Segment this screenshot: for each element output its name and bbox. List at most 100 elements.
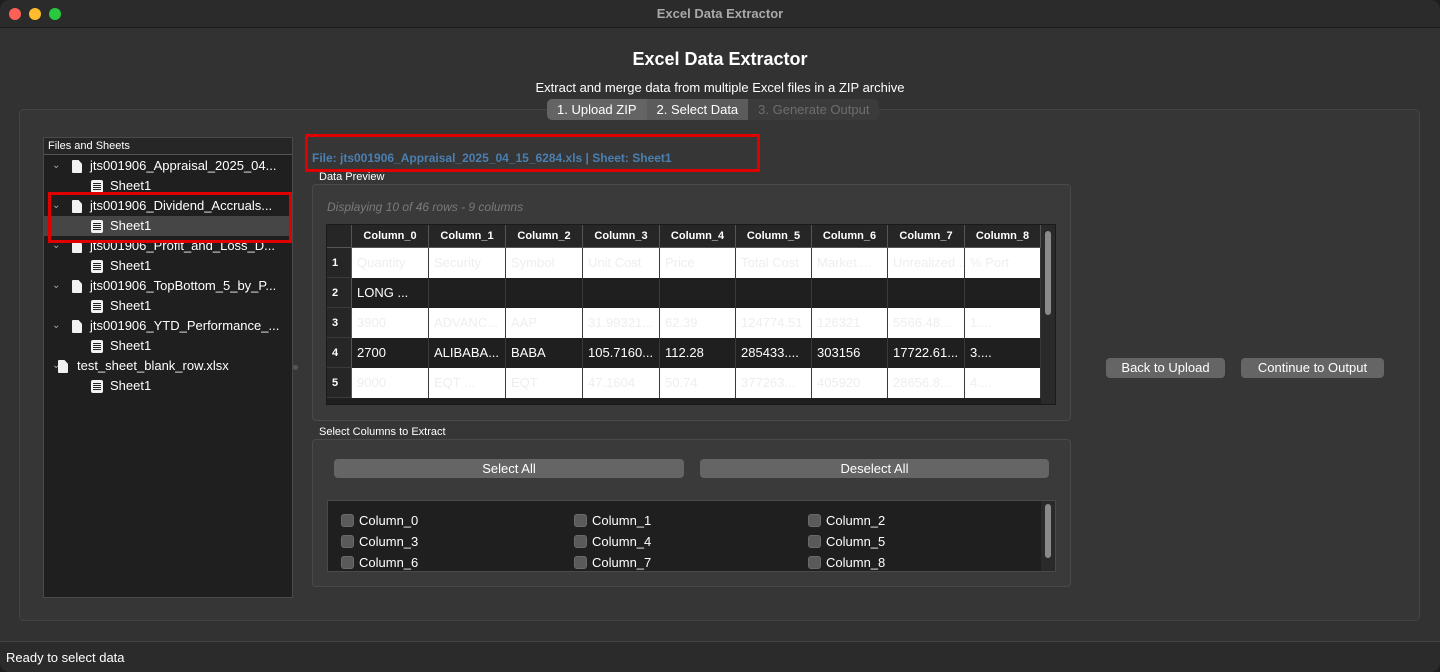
table-cell[interactable]: BABA [506,338,583,368]
table-header-cell[interactable]: Column_5 [736,225,812,248]
table-header-cell[interactable]: Column_8 [965,225,1041,248]
table-cell[interactable]: 28656.8... [888,368,965,398]
sheet-icon [91,340,103,353]
tree-file-row[interactable]: ⌄ jts001906_TopBottom_5_by_P... [44,276,292,296]
table-cell[interactable]: Unit Cost [583,248,660,278]
tree-sheet-row[interactable]: Sheet1 [44,336,292,356]
continue-to-output-button[interactable]: Continue to Output [1241,358,1384,378]
table-cell[interactable] [812,278,888,308]
table-cell[interactable]: 377263... [736,368,812,398]
checkbox[interactable] [808,535,821,548]
table-cell[interactable]: 1.... [965,308,1041,338]
table-cell[interactable]: 124774.51 [736,308,812,338]
table-cell[interactable]: LONG ... [352,278,429,308]
checkbox[interactable] [808,556,821,569]
table-cell[interactable]: 2700 [352,338,429,368]
table-cell[interactable]: 405920 [812,368,888,398]
tree-sheet-row[interactable]: Sheet1 [44,376,292,396]
table-cell[interactable]: 4.... [965,368,1041,398]
table-cell[interactable]: 3.... [965,338,1041,368]
column-checkbox-list[interactable]: Column_0 Column_1 Column_2 Column_3 Colu… [327,500,1056,572]
table-cell[interactable]: 50.74 [660,368,736,398]
table-row-header[interactable]: 5 [327,368,352,398]
table-cell[interactable]: 17722.61... [888,338,965,368]
table-cell[interactable]: 9000 [352,368,429,398]
table-header-cell[interactable]: Column_2 [506,225,583,248]
table-header-cell[interactable]: Column_4 [660,225,736,248]
tree-file-row[interactable]: ⌄ jts001906_YTD_Performance_... [44,316,292,336]
checkbox[interactable] [341,535,354,548]
checkbox[interactable] [574,535,587,548]
chevron-down-icon[interactable]: ⌄ [52,316,62,336]
table-cell[interactable]: 31.99321... [583,308,660,338]
table-row-header[interactable]: 1 [327,248,352,278]
chevron-down-icon[interactable]: ⌄ [52,156,62,176]
data-preview-table[interactable]: Column_0 Column_1 Column_2 Column_3 Colu… [326,224,1056,405]
tab-select-data[interactable]: 2. Select Data [646,99,749,120]
file-icon [72,280,82,293]
table-scroll-thumb[interactable] [1045,231,1051,315]
table-row-header[interactable]: 3 [327,308,352,338]
deselect-all-button[interactable]: Deselect All [700,459,1049,478]
checkbox[interactable] [341,514,354,527]
table-cell[interactable] [429,278,506,308]
checkbox[interactable] [574,514,587,527]
table-row-header[interactable]: 4 [327,338,352,368]
table-cell[interactable]: Market ... [812,248,888,278]
checkbox-list-scroll-thumb[interactable] [1045,504,1051,558]
table-cell[interactable]: Symbol [506,248,583,278]
table-cell[interactable] [736,278,812,308]
table-header-cell[interactable]: Column_3 [583,225,660,248]
tab-upload-zip[interactable]: 1. Upload ZIP [547,99,647,120]
back-to-upload-button[interactable]: Back to Upload [1106,358,1225,378]
table-header-cell[interactable]: Column_1 [429,225,506,248]
table-header-cell[interactable]: Column_0 [352,225,429,248]
table-header-cell[interactable]: Column_6 [812,225,888,248]
status-text: Ready to select data [6,650,125,665]
table-cell[interactable]: 285433.... [736,338,812,368]
table-cell[interactable]: Security [429,248,506,278]
table-cell[interactable]: % Port [965,248,1041,278]
tree-file-row[interactable]: ⌄ jts001906_Appraisal_2025_04... [44,156,292,176]
checkbox-list-scrollbar[interactable] [1041,501,1055,571]
checkbox-label: Column_6 [359,555,419,570]
table-vertical-scrollbar[interactable] [1041,225,1055,404]
table-cell[interactable]: Price [660,248,736,278]
table-cell[interactable] [888,278,965,308]
table-cell[interactable]: ALIBABA... [429,338,506,368]
table-header-cell[interactable]: Column_7 [888,225,965,248]
checkbox[interactable] [341,556,354,569]
table-cell[interactable]: 47.1604 [583,368,660,398]
table-cell[interactable]: 303156 [812,338,888,368]
table-cell[interactable]: 5566.48... [888,308,965,338]
tree-sheet-row[interactable]: Sheet1 [44,296,292,316]
table-row-header[interactable]: 2 [327,278,352,308]
checkbox-label: Column_7 [592,555,652,570]
table-cell[interactable]: Quantity [352,248,429,278]
table-cell[interactable]: 3900 [352,308,429,338]
select-all-button[interactable]: Select All [334,459,684,478]
table-cell[interactable]: EQT [506,368,583,398]
table-cell[interactable] [660,278,736,308]
tree-file-row[interactable]: ⌄ test_sheet_blank_row.xlsx [44,356,292,376]
table-cell[interactable]: 112.28 [660,338,736,368]
table-cell[interactable]: Unrealized ... [888,248,965,278]
checkbox[interactable] [574,556,587,569]
tree-sheet-label: Sheet1 [110,298,152,313]
table-cell[interactable] [965,278,1041,308]
table-cell[interactable] [506,278,583,308]
table-cell[interactable]: 62.39 [660,308,736,338]
table-cell[interactable]: AAP [506,308,583,338]
window-title: Excel Data Extractor [656,6,784,21]
table-cell[interactable]: EQT ... [429,368,506,398]
chevron-down-icon[interactable]: ⌄ [52,276,62,296]
table-cell[interactable]: ADVANC... [429,308,506,338]
table-cell[interactable]: 126321 [812,308,888,338]
checkbox[interactable] [808,514,821,527]
sheet-icon [91,260,103,273]
splitter-handle[interactable] [293,365,298,370]
tree-sheet-row[interactable]: Sheet1 [44,256,292,276]
table-cell[interactable]: Total Cost [736,248,812,278]
table-cell[interactable]: 105.7160... [583,338,660,368]
table-cell[interactable] [583,278,660,308]
